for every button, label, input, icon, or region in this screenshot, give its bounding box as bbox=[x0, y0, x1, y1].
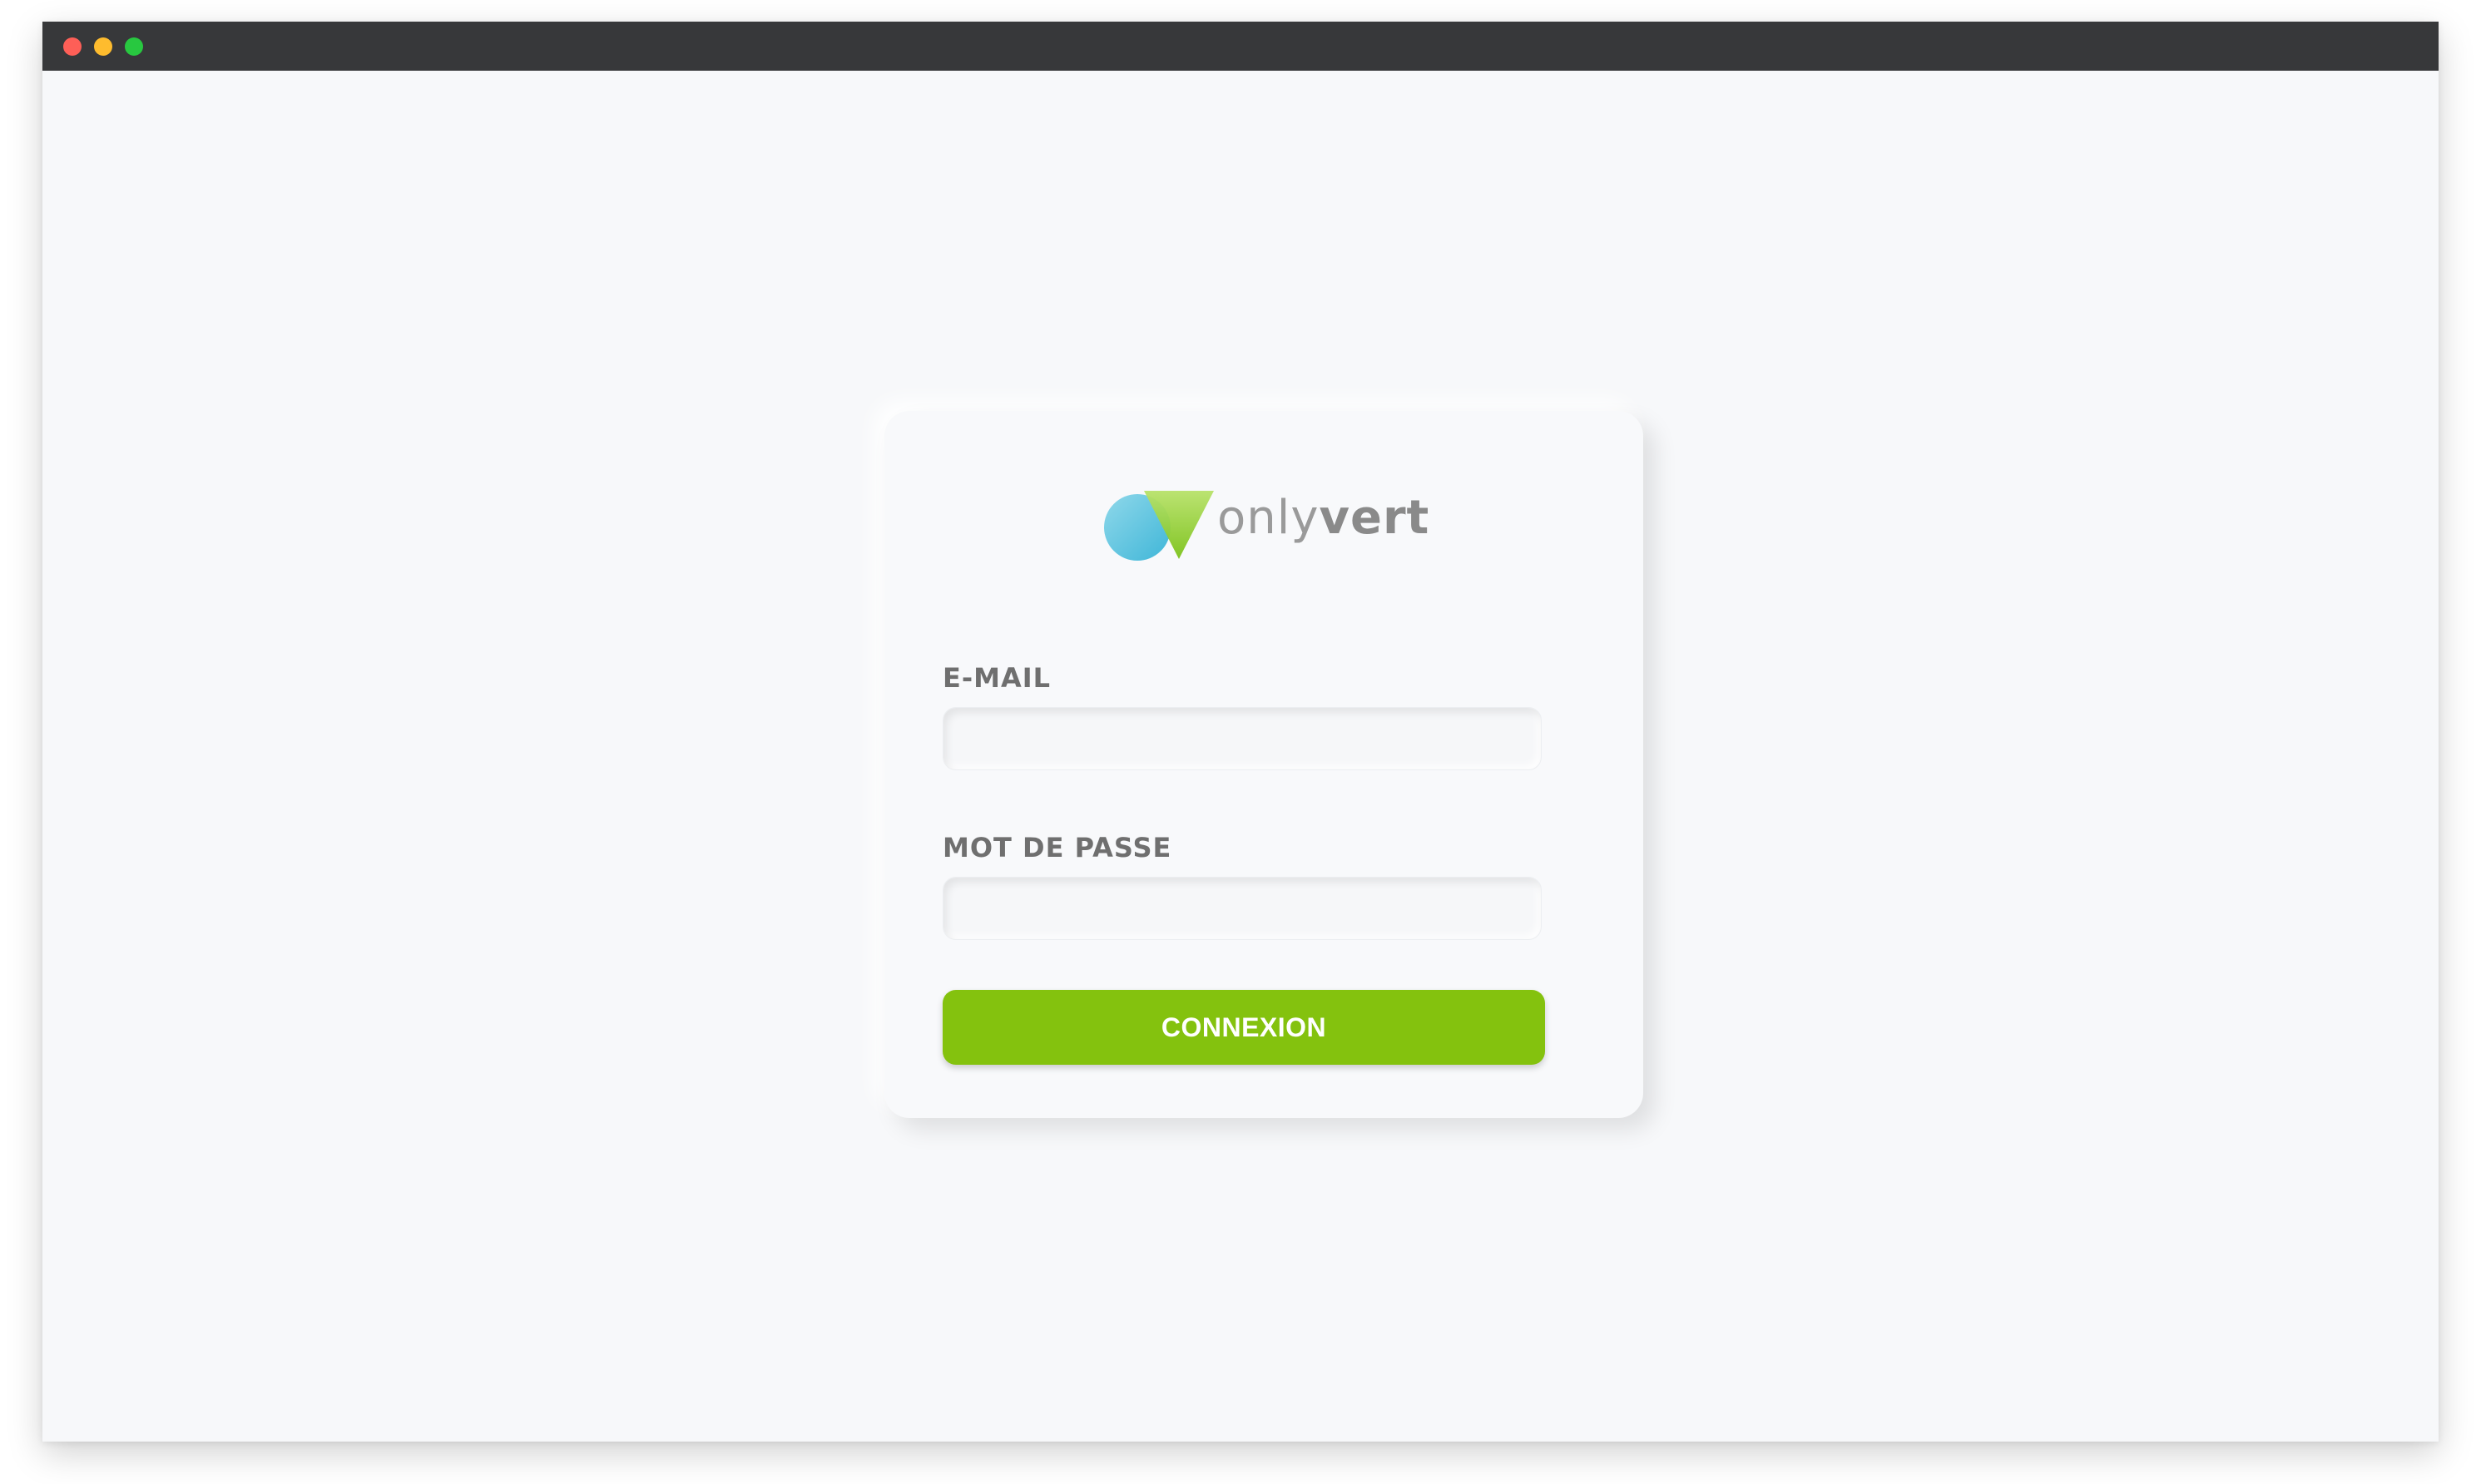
minimize-window-button[interactable] bbox=[94, 37, 112, 56]
login-button[interactable]: CONNEXION bbox=[943, 990, 1545, 1065]
brand-name-bold: vert bbox=[1319, 491, 1430, 545]
email-field[interactable] bbox=[943, 707, 1542, 770]
maximize-window-button[interactable] bbox=[125, 37, 143, 56]
close-window-button[interactable] bbox=[63, 37, 82, 56]
window-titlebar bbox=[42, 22, 2439, 71]
brand-logo: onlyvert bbox=[1101, 486, 1429, 566]
brand-wordmark: onlyvert bbox=[1217, 491, 1429, 545]
email-label: E-MAIL bbox=[943, 662, 1052, 694]
password-label: MOT DE PASSE bbox=[943, 832, 1172, 863]
brand-name-light: only bbox=[1217, 491, 1320, 545]
onlyvert-logo-icon bbox=[1104, 491, 1214, 561]
browser-window: onlyvert E-MAIL MOT DE PASSE CONNEXION bbox=[42, 22, 2439, 1442]
login-card: onlyvert E-MAIL MOT DE PASSE CONNEXION bbox=[884, 411, 1643, 1118]
password-field[interactable] bbox=[943, 877, 1542, 940]
